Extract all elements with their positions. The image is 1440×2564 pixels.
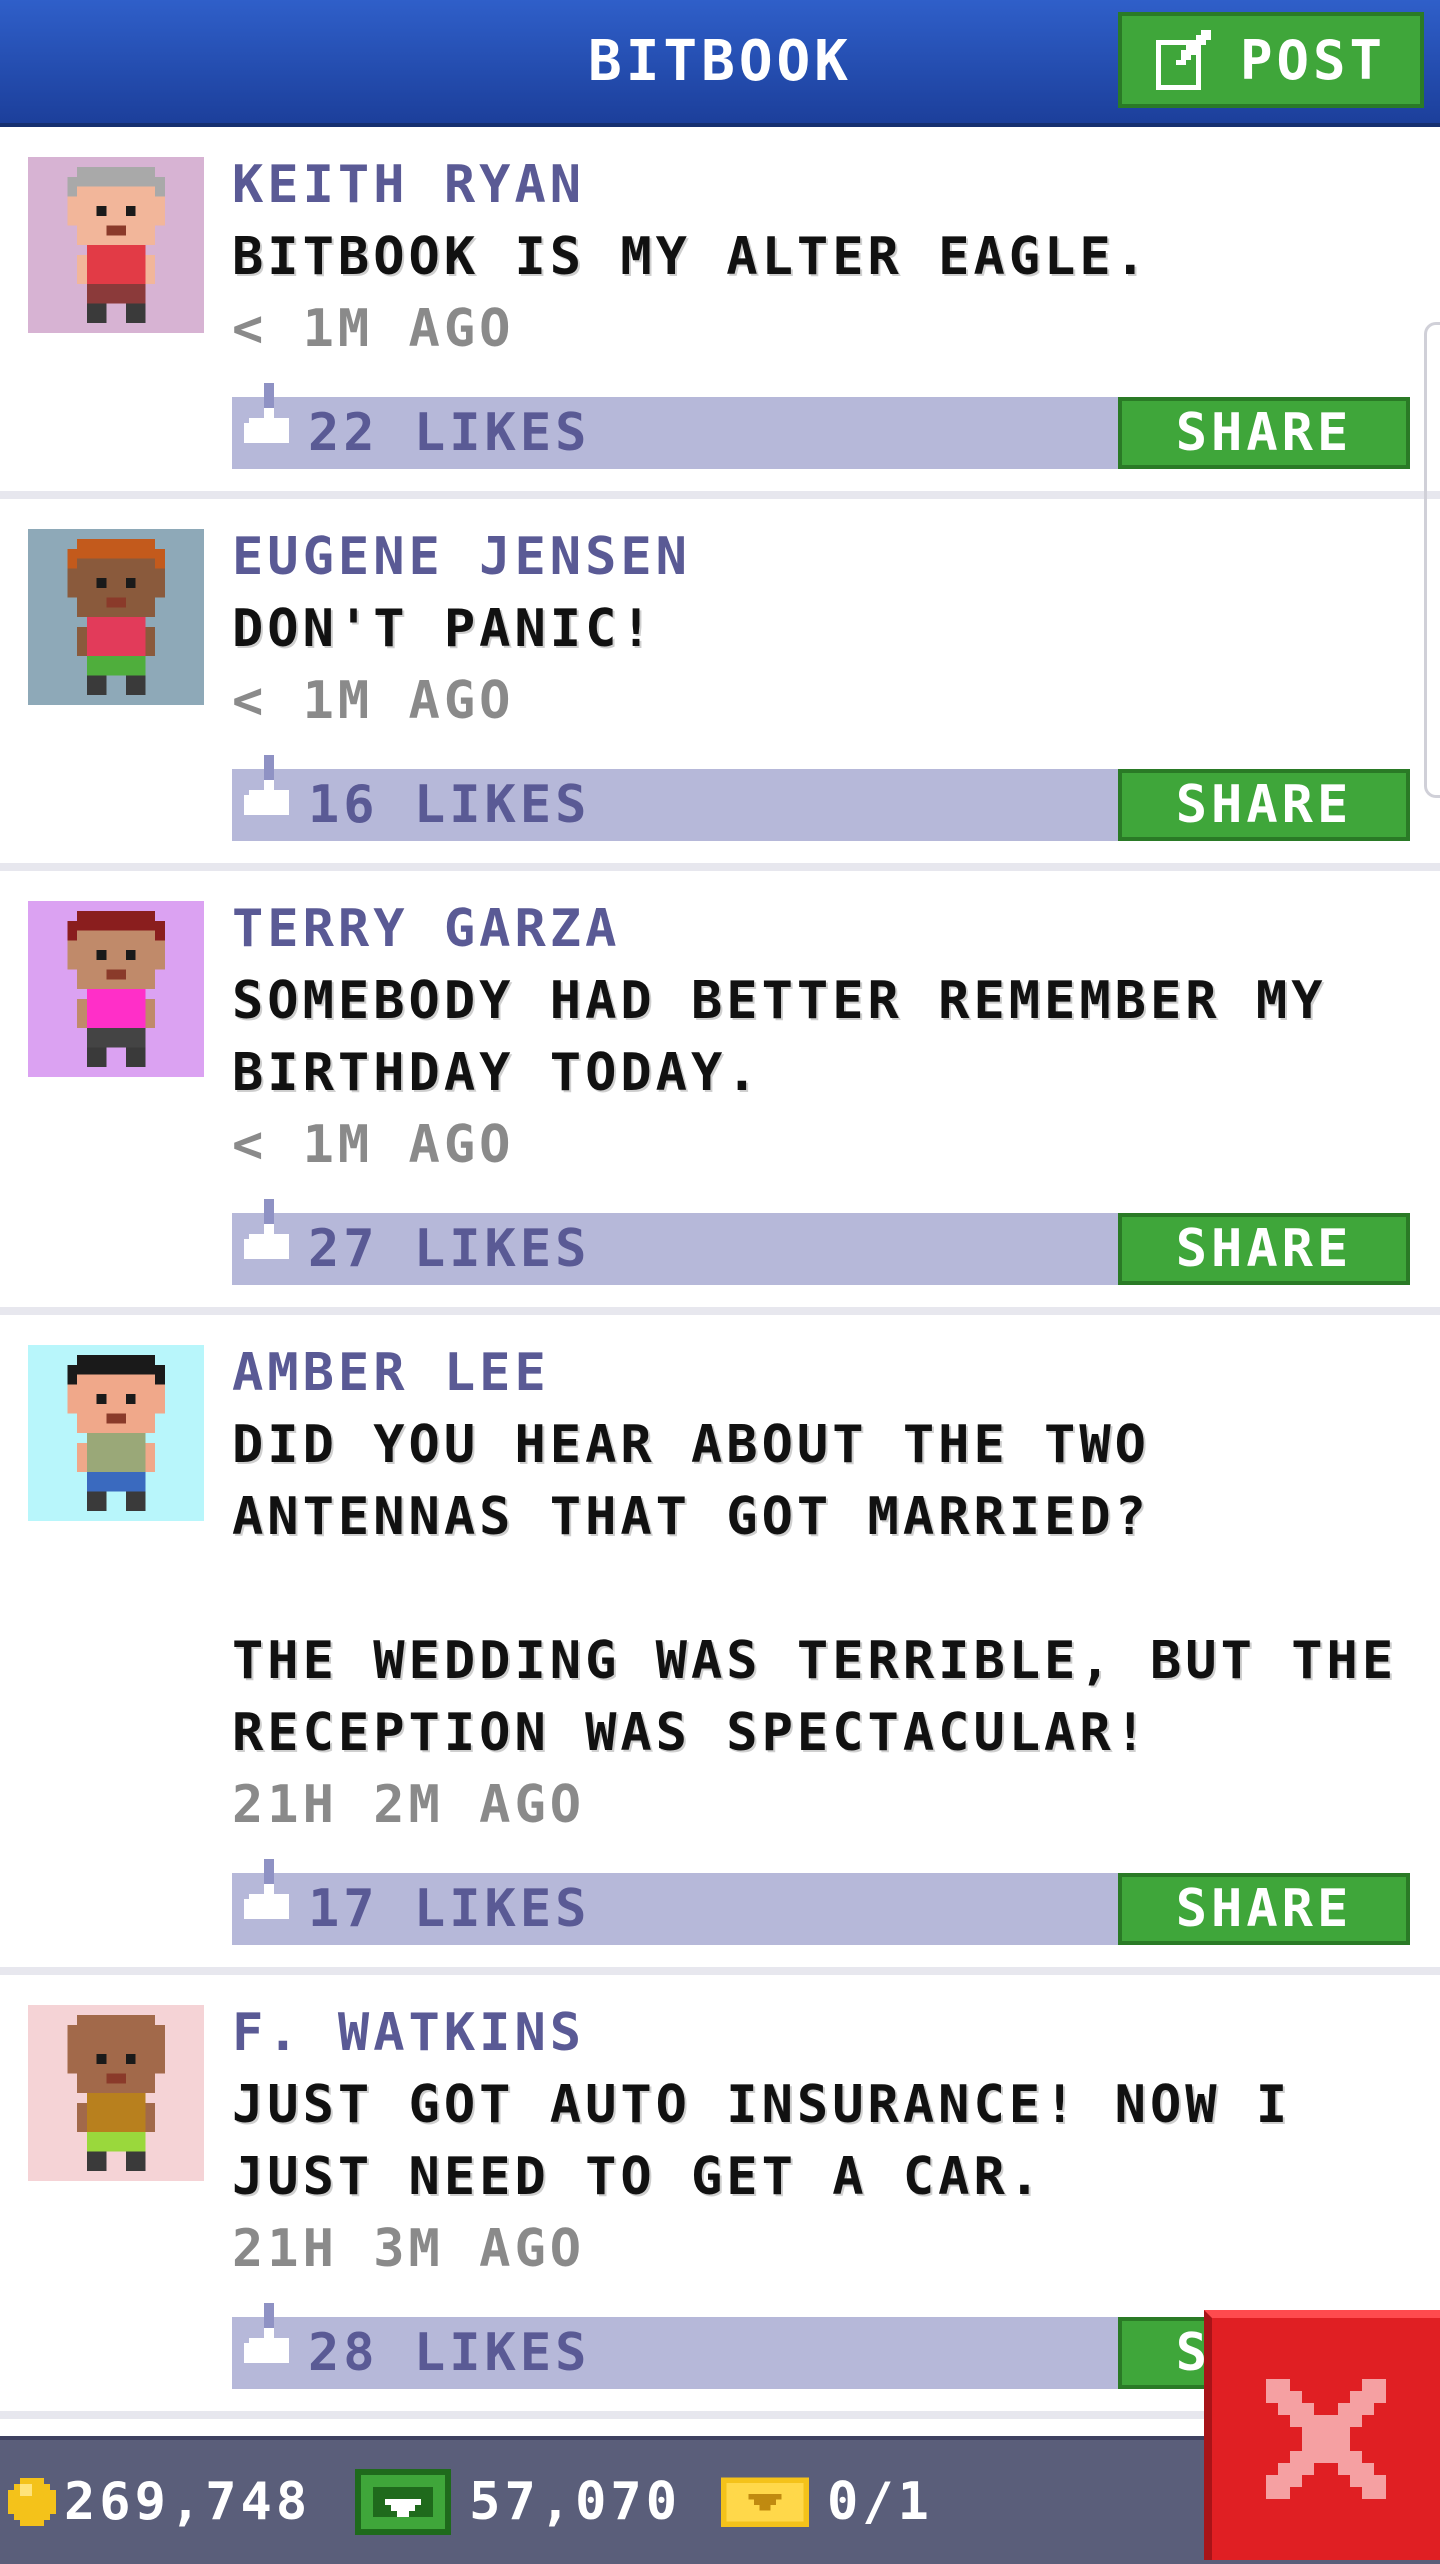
feed-post: KEITH RYAN BITBOOK IS MY ALTER EAGLE. < … <box>0 127 1440 499</box>
post-time: < 1M AGO <box>232 299 515 359</box>
ticket-icon <box>721 2477 809 2527</box>
share-button[interactable]: SHARE <box>1118 1873 1410 1945</box>
post-message: BITBOOK IS MY ALTER EAGLE. <box>232 227 1150 287</box>
avatar[interactable] <box>28 901 204 1077</box>
likes-count: 17 LIKES <box>308 1879 591 1939</box>
likes-count: 28 LIKES <box>308 2323 591 2383</box>
feed-post: AMBER LEE DID YOU HEAR ABOUT THE TWO ANT… <box>0 1315 1440 1975</box>
likes-bar: 16 LIKES SHARE <box>232 755 1410 841</box>
person-icon <box>67 2015 165 2171</box>
thumbs-up-icon[interactable] <box>244 1859 294 1929</box>
thumbs-up-icon[interactable] <box>244 383 294 453</box>
bux-stat: 57,070 <box>341 2469 681 2535</box>
post-message: JUST GOT AUTO INSURANCE! NOW I JUST NEED… <box>232 2075 1327 2207</box>
feed-post: EUGENE JENSEN DON'T PANIC! < 1M AGO 16 L… <box>0 499 1440 871</box>
coin-icon <box>8 2478 56 2526</box>
person-icon <box>67 1355 165 1511</box>
avatar[interactable] <box>28 157 204 333</box>
share-button[interactable]: SHARE <box>1118 769 1410 841</box>
post-time: 21H 2M AGO <box>232 1775 586 1835</box>
person-icon <box>67 539 165 695</box>
share-button[interactable]: SHARE <box>1118 1213 1410 1285</box>
post-button-label: POST <box>1239 28 1387 92</box>
post-author[interactable]: EUGENE JENSEN <box>232 521 1410 593</box>
thumbs-up-icon[interactable] <box>244 1199 294 1269</box>
avatar[interactable] <box>28 1345 204 1521</box>
share-button[interactable]: SHARE <box>1118 397 1410 469</box>
person-icon <box>67 911 165 1067</box>
post-message: DON'T PANIC! <box>232 599 656 659</box>
tickets-stat: 0/1 <box>711 2472 933 2532</box>
post-time: 21H 3M AGO <box>232 2219 586 2279</box>
likes-bar: 17 LIKES SHARE <box>232 1859 1410 1945</box>
close-button[interactable] <box>1204 2310 1440 2560</box>
bux-count: 57,070 <box>469 2472 681 2532</box>
post-feed: KEITH RYAN BITBOOK IS MY ALTER EAGLE. < … <box>0 127 1440 2419</box>
tickets-count: 0/1 <box>827 2472 933 2532</box>
post-message: DID YOU HEAR ABOUT THE TWO ANTENNAS THAT… <box>232 1415 1398 1763</box>
post-time: < 1M AGO <box>232 671 515 731</box>
post-author[interactable]: TERRY GARZA <box>232 893 1410 965</box>
likes-count: 22 LIKES <box>308 403 591 463</box>
post-author[interactable]: F. WATKINS <box>232 1997 1410 2069</box>
likes-bar: 22 LIKES SHARE <box>232 383 1410 469</box>
post-author[interactable]: AMBER LEE <box>232 1337 1410 1409</box>
avatar[interactable] <box>28 2005 204 2181</box>
edit-icon <box>1155 30 1211 90</box>
feed-post: TERRY GARZA SOMEBODY HAD BETTER REMEMBER… <box>0 871 1440 1315</box>
likes-count: 16 LIKES <box>308 775 591 835</box>
thumbs-up-icon[interactable] <box>244 2303 294 2373</box>
person-icon <box>67 167 165 323</box>
post-time: < 1M AGO <box>232 1115 515 1175</box>
post-author[interactable]: KEITH RYAN <box>232 149 1410 221</box>
scroll-indicator[interactable] <box>1424 322 1440 798</box>
close-icon <box>1266 2379 1386 2499</box>
thumbs-up-icon[interactable] <box>244 755 294 825</box>
coins-count: 269,748 <box>64 2472 312 2532</box>
likes-bar: 27 LIKES SHARE <box>232 1199 1410 1285</box>
likes-count: 27 LIKES <box>308 1219 591 1279</box>
header-bar: BITBOOK POST <box>0 0 1440 127</box>
post-message: SOMEBODY HAD BETTER REMEMBER MY BIRTHDAY… <box>232 971 1362 1103</box>
coins-stat: 269,748 <box>0 2472 311 2532</box>
bux-icon <box>355 2469 452 2535</box>
post-button[interactable]: POST <box>1118 12 1424 108</box>
avatar[interactable] <box>28 529 204 705</box>
